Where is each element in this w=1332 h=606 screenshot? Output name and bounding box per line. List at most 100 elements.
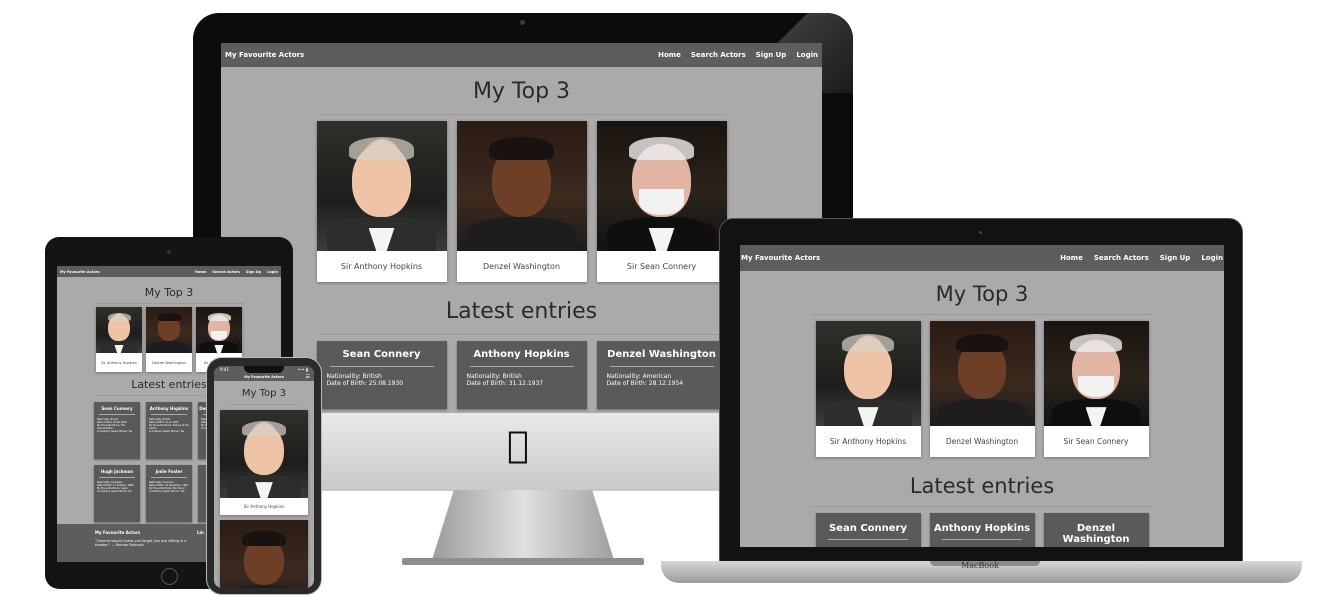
- actor-card[interactable]: Sir Sean Connery: [1043, 321, 1149, 457]
- entry-card[interactable]: Jodie Foster Nationality: American Date …: [146, 465, 192, 522]
- hopkins-portrait-icon: [316, 121, 447, 251]
- actor-caption: Denzel Washington: [482, 262, 561, 271]
- entry-divider: [942, 539, 1022, 540]
- nav-links: Home Search Actors Sign Up Login: [648, 51, 818, 59]
- entry-card[interactable]: Anthony Hopkins Nationality: British Dat…: [456, 341, 587, 409]
- entry-card[interactable]: Hugh Jackman Nationality: Australian Dat…: [94, 465, 140, 522]
- connery-portrait-icon: [596, 121, 727, 251]
- entry-divider: [329, 366, 434, 367]
- entry-divider: [151, 414, 187, 415]
- nav-home-link[interactable]: Home: [658, 51, 681, 59]
- actor-card[interactable]: Sir Sean Connery: [596, 121, 727, 282]
- actor-caption: Sir Sean Connery: [626, 262, 697, 271]
- navbar: My Favourite Actors Home Search Actors S…: [221, 43, 822, 67]
- actor-card[interactable]: Denzel Washington: [929, 321, 1035, 457]
- entry-dob: Date of Birth: 25.08.1930: [326, 380, 404, 387]
- entry-card[interactable]: Sean Connery Nationality: British Date o…: [94, 402, 140, 459]
- entry-card[interactable]: Denzel Washington Nationality: American …: [596, 341, 727, 409]
- hopkins-portrait-icon: [815, 321, 921, 426]
- actor-card[interactable]: Sir Anthony Hopkins: [316, 121, 447, 282]
- nav-home-link[interactable]: Home: [195, 270, 206, 274]
- actor-caption: Denzel Washington: [945, 437, 1019, 446]
- apple-logo-icon: : [507, 428, 529, 464]
- actor-card[interactable]: Denzel Washington: [456, 121, 587, 282]
- macbook-label: MacBook: [961, 561, 999, 570]
- nav-home-link[interactable]: Home: [1060, 254, 1083, 262]
- entry-dob: Date of Birth: 28.12.1954: [606, 380, 684, 387]
- nav-links: Home Search Actors Sign Up Login: [1049, 254, 1223, 262]
- entry-fact: Is Academy Award Winner: Yes: [149, 430, 185, 433]
- nav-search-actors-link[interactable]: Search Actors: [212, 270, 239, 274]
- actor-caption: Sir Anthony Hopkins: [829, 437, 907, 446]
- entry-card[interactable]: Anthony Hopkins: [929, 513, 1035, 547]
- signal-battery-icon: ••• ▮: [297, 367, 308, 372]
- washington-portrait-icon: [220, 520, 308, 588]
- entry-nationality: Nationality: British: [466, 373, 522, 380]
- nav-sign-up-link[interactable]: Sign Up: [756, 51, 787, 59]
- entry-divider: [151, 477, 187, 478]
- actor-card[interactable]: [220, 520, 308, 588]
- actor-card[interactable]: Sir Anthony Hopkins: [815, 321, 921, 457]
- latest-entries: Sean Connery Anthony Hopkins Denzel Wash…: [740, 513, 1224, 547]
- nav-search-actors-link[interactable]: Search Actors: [691, 51, 746, 59]
- hopkins-portrait-icon: [220, 410, 308, 498]
- entry-divider: [609, 366, 714, 367]
- hamburger-menu-icon[interactable]: ☰: [306, 374, 310, 380]
- washington-portrait-icon: [929, 321, 1035, 426]
- top3-cards: Sir Anthony Hopkins Denzel Washington Si…: [740, 321, 1224, 457]
- actor-caption: Sir Anthony Hopkins: [243, 504, 285, 509]
- top3-heading: My Top 3: [935, 282, 1029, 306]
- actor-card[interactable]: Sir Anthony Hopkins: [96, 307, 142, 372]
- entry-card[interactable]: Anthony Hopkins Nationality: British Dat…: [146, 402, 192, 459]
- entry-name: Sean Connery: [101, 406, 133, 411]
- brand-link[interactable]: My Favourite Actors: [244, 375, 284, 379]
- macbook-site-screen: My Favourite Actors Home Search Actors S…: [740, 245, 1224, 547]
- entry-name: Denzel Washington: [1062, 523, 1130, 545]
- entry-name: Sean Connery: [342, 349, 421, 360]
- entry-dob: Date of Birth: 31.12.1937: [466, 380, 544, 387]
- brand-link[interactable]: My Favourite Actors: [741, 254, 820, 262]
- brand-link[interactable]: My Favourite Actors: [60, 270, 100, 274]
- navbar: My Favourite Actors Home Search Actors S…: [740, 245, 1224, 271]
- entry-nationality: Nationality: American: [606, 373, 672, 380]
- entry-name: Anthony Hopkins: [149, 406, 189, 411]
- nav-login-link[interactable]: Login: [796, 51, 818, 59]
- entry-name: Jodie Foster: [155, 469, 183, 474]
- top3-heading: My Top 3: [472, 79, 571, 104]
- actor-caption: Sir Anthony Hopkins: [340, 262, 423, 271]
- navbar: My Favourite Actors ☰: [214, 373, 314, 381]
- actor-card[interactable]: Sir Anthony Hopkins: [220, 410, 308, 515]
- entry-fact: Is Academy Award Winner: Yes: [97, 430, 133, 433]
- entry-divider: [469, 366, 574, 367]
- divider: [812, 506, 1152, 507]
- entry-card[interactable]: Sean Connery: [815, 513, 921, 547]
- nav-login-link[interactable]: Login: [267, 270, 278, 274]
- actor-caption: Denzel Washington: [152, 360, 186, 365]
- entry-divider: [99, 414, 135, 415]
- iphone-site-screen: 9:41 ••• ▮ My Favourite Actors ☰ My Top …: [214, 366, 314, 588]
- entry-fact: Is Academy Award Winner: Yes: [149, 490, 185, 493]
- actor-card[interactable]: Denzel Washington: [146, 307, 192, 372]
- divider: [229, 404, 299, 405]
- nav-sign-up-link[interactable]: Sign Up: [1160, 254, 1191, 262]
- entry-card[interactable]: Sean Connery Nationality: British Date o…: [316, 341, 447, 409]
- nav-search-actors-link[interactable]: Search Actors: [1094, 254, 1149, 262]
- connery-portrait-icon: [1043, 321, 1149, 426]
- imac-base: [402, 558, 644, 565]
- divider: [318, 114, 725, 115]
- entry-name: Denzel Washington: [607, 349, 716, 360]
- actor-caption: Sir Anthony Hopkins: [101, 360, 137, 365]
- nav-login-link[interactable]: Login: [1201, 254, 1223, 262]
- entry-name: Anthony Hopkins: [933, 523, 1031, 534]
- brand-link[interactable]: My Favourite Actors: [225, 51, 304, 59]
- entry-card[interactable]: Denzel Washington: [1043, 513, 1149, 547]
- top3-heading: My Top 3: [241, 388, 287, 399]
- imac-stand: [432, 490, 614, 560]
- entry-name: Hugh Jackman: [100, 469, 134, 474]
- macbook-camera: [979, 231, 982, 234]
- entry-divider: [99, 477, 135, 478]
- entry-nationality: Nationality: British: [326, 373, 382, 380]
- washington-portrait-icon: [146, 307, 192, 353]
- washington-portrait-icon: [456, 121, 587, 251]
- nav-sign-up-link[interactable]: Sign Up: [246, 270, 261, 274]
